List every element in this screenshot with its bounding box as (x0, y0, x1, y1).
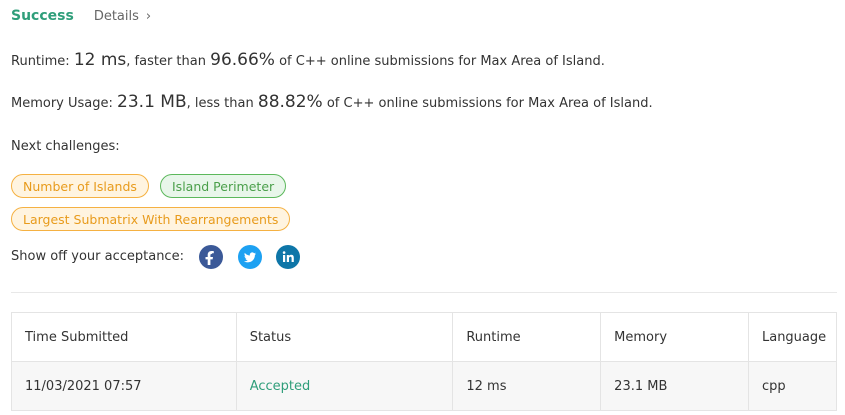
section-divider (11, 292, 837, 293)
memory-comparison: , less than (186, 96, 254, 111)
column-header-time-submitted[interactable]: Time Submitted (11, 312, 237, 362)
memory-summary: Memory Usage: 23.1 MB, less than 88.82% … (11, 92, 653, 112)
chevron-right-icon: › (145, 9, 152, 24)
runtime-summary: Runtime: 12 ms, faster than 96.66% of C+… (11, 50, 605, 70)
memory-value: 23.1 MB (117, 92, 187, 112)
memory-suffix: of C++ online submissions for Max Area o… (326, 96, 653, 111)
runtime-value: 12 ms (73, 50, 127, 70)
linkedin-icon[interactable] (276, 245, 300, 269)
runtime-label: Runtime: (11, 54, 70, 69)
table-header-row: Time Submitted Status Runtime Memory Lan… (11, 312, 838, 362)
cell-time-submitted: 11/03/2021 07:57 (11, 361, 237, 411)
details-label: Details (93, 9, 139, 24)
cell-language: cpp (747, 361, 838, 411)
challenge-tag-number-of-islands[interactable]: Number of Islands (11, 174, 149, 198)
cell-memory: 23.1 MB (600, 361, 749, 411)
column-header-language[interactable]: Language (747, 312, 838, 362)
submission-result-panel: Success Details › Runtime: 12 ms, faster… (0, 0, 845, 415)
facebook-icon[interactable] (199, 245, 223, 269)
memory-percent: 88.82% (257, 92, 323, 112)
challenge-tag-largest-submatrix[interactable]: Largest Submatrix With Rearrangements (11, 207, 291, 231)
result-header: Success Details › (11, 8, 151, 24)
runtime-suffix: of C++ online submissions for Max Area o… (279, 54, 605, 69)
memory-label: Memory Usage: (11, 96, 113, 111)
runtime-percent: 96.66% (210, 50, 275, 70)
runtime-comparison: , faster than (126, 54, 206, 69)
details-link[interactable]: Details › (94, 9, 151, 24)
submissions-table: Time Submitted Status Runtime Memory Lan… (11, 312, 838, 411)
column-header-runtime[interactable]: Runtime (452, 312, 602, 362)
table-row: 11/03/2021 07:57 Accepted 12 ms 23.1 MB … (11, 361, 838, 411)
status-accepted-link[interactable]: Accepted (250, 379, 311, 394)
cell-runtime: 12 ms (452, 361, 602, 411)
status-success-text: Success (11, 8, 74, 24)
next-challenges-label: Next challenges: (11, 139, 120, 154)
share-label: Show off your acceptance: (11, 249, 184, 264)
twitter-icon[interactable] (238, 245, 262, 269)
challenge-tag-island-perimeter[interactable]: Island Perimeter (160, 174, 287, 198)
cell-status: Accepted (235, 361, 454, 411)
column-header-status[interactable]: Status (235, 312, 454, 362)
column-header-memory[interactable]: Memory (600, 312, 749, 362)
